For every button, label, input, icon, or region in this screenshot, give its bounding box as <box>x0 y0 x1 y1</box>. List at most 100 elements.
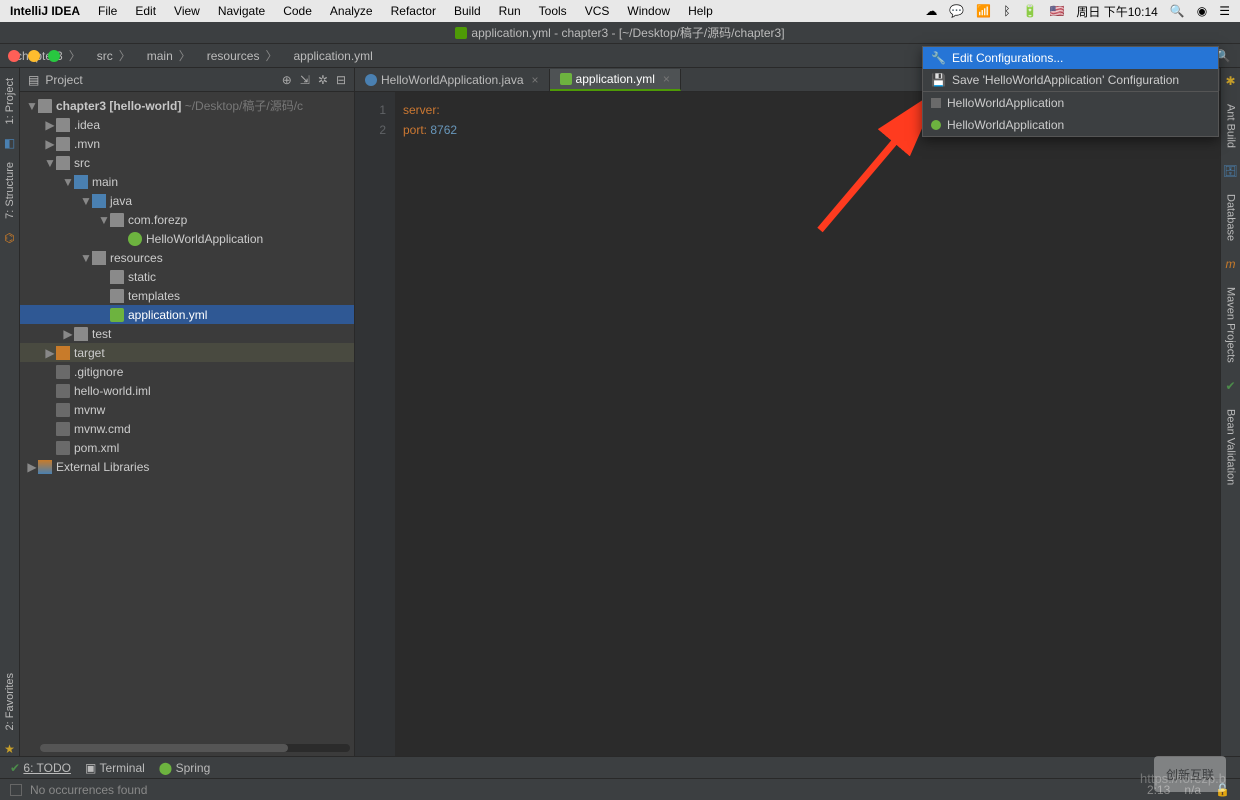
todo-tab[interactable]: ✔ 6: TODO <box>10 761 71 775</box>
project-tree[interactable]: ▼ chapter3 [hello-world] ~/Desktop/稿子/源码… <box>20 92 354 756</box>
menu-help[interactable]: Help <box>688 4 713 18</box>
save-configuration-item[interactable]: 💾 Save 'HelloWorldApplication' Configura… <box>923 69 1218 91</box>
tool-ant-tab[interactable]: Ant Build <box>1225 100 1237 152</box>
left-tool-stripe: 1: Project ◧ 7: Structure ⌬ 2: Favorites… <box>0 68 20 756</box>
horizontal-scrollbar[interactable] <box>40 744 350 752</box>
menu-icon[interactable]: ☰ <box>1219 4 1230 18</box>
folder-icon <box>110 270 124 284</box>
menu-code[interactable]: Code <box>283 4 312 18</box>
tree-item[interactable]: ▼com.forezp <box>20 210 354 229</box>
tree-item[interactable]: ▼main <box>20 172 354 191</box>
menu-view[interactable]: View <box>174 4 200 18</box>
folder-src-icon <box>92 194 106 208</box>
app-name: IntelliJ IDEA <box>10 4 80 18</box>
close-icon[interactable]: × <box>663 72 670 86</box>
spring-tab[interactable]: ⬤ Spring <box>159 761 210 775</box>
tool-bean-tab[interactable]: Bean Validation <box>1225 405 1237 489</box>
right-tool-stripe: ✱ Ant Build 🗄 Database m Maven Projects … <box>1220 68 1240 756</box>
breadcrumb[interactable]: src〉 <box>87 46 137 66</box>
menu-run[interactable]: Run <box>499 4 521 18</box>
battery-icon[interactable]: 🔋 <box>1023 4 1038 18</box>
tree-item[interactable]: templates <box>20 286 354 305</box>
project-icon: ◧ <box>4 136 15 150</box>
tree-item[interactable]: ▶.idea <box>20 115 354 134</box>
collapse-icon[interactable]: ⇲ <box>300 73 310 87</box>
hide-icon[interactable]: ⊟ <box>336 73 346 87</box>
panel-title[interactable]: Project <box>45 73 82 87</box>
tree-item[interactable]: hello-world.iml <box>20 381 354 400</box>
menu-refactor[interactable]: Refactor <box>391 4 436 18</box>
tool-project-tab[interactable]: 1: Project <box>4 74 16 128</box>
minimize-window-button[interactable] <box>28 50 40 62</box>
bluetooth-icon[interactable]: ᛒ <box>1003 4 1010 18</box>
maven-icon: m <box>1226 257 1236 271</box>
maximize-window-button[interactable] <box>48 50 60 62</box>
run-config-item[interactable]: HelloWorldApplication <box>923 114 1218 136</box>
star-icon: ★ <box>4 742 15 756</box>
project-root[interactable]: ▼ chapter3 [hello-world] ~/Desktop/稿子/源码… <box>20 96 354 115</box>
terminal-tab[interactable]: ▣ Terminal <box>85 761 145 775</box>
tree-item[interactable]: HelloWorldApplication <box>20 229 354 248</box>
tree-item[interactable]: ▶test <box>20 324 354 343</box>
tree-item[interactable]: mvnw <box>20 400 354 419</box>
menu-navigate[interactable]: Navigate <box>218 4 265 18</box>
tree-item[interactable]: ▼src <box>20 153 354 172</box>
menu-file[interactable]: File <box>98 4 117 18</box>
spring-icon <box>931 120 941 130</box>
cloud-icon[interactable]: ☁ <box>925 4 937 18</box>
tab-yml-file[interactable]: application.yml × <box>550 69 681 91</box>
bean-icon: ✔ <box>1225 379 1235 393</box>
save-icon: 💾 <box>931 73 946 87</box>
wechat-icon[interactable]: 💬 <box>949 4 964 18</box>
scroll-icon[interactable]: ⊕ <box>282 73 292 87</box>
bottom-tool-stripe: ✔ 6: TODO ▣ Terminal ⬤ Spring <box>0 756 1240 778</box>
folder-src-icon <box>74 175 88 189</box>
folder-icon <box>56 118 70 132</box>
tool-favorites-tab[interactable]: 2: Favorites <box>4 669 16 734</box>
run-config-dropdown: 🔧 Edit Configurations... 💾 Save 'HelloWo… <box>922 46 1219 137</box>
clock[interactable]: 周日 下午10:14 <box>1076 3 1157 20</box>
menu-tools[interactable]: Tools <box>539 4 567 18</box>
flag-icon[interactable]: 🇺🇸 <box>1049 4 1064 18</box>
tool-database-tab[interactable]: Database <box>1225 190 1237 245</box>
tree-item[interactable]: ▼java <box>20 191 354 210</box>
tree-item[interactable]: mvnw.cmd <box>20 419 354 438</box>
tab-java-file[interactable]: HelloWorldApplication.java × <box>355 69 550 91</box>
menu-edit[interactable]: Edit <box>135 4 156 18</box>
folder-res-icon <box>92 251 106 265</box>
run-config-item[interactable]: HelloWorldApplication <box>923 92 1218 114</box>
menu-window[interactable]: Window <box>627 4 670 18</box>
file-icon <box>56 403 70 417</box>
tree-item[interactable]: .gitignore <box>20 362 354 381</box>
tree-item[interactable]: static <box>20 267 354 286</box>
edit-configurations-item[interactable]: 🔧 Edit Configurations... <box>923 47 1218 69</box>
tree-item[interactable]: pom.xml <box>20 438 354 457</box>
siri-icon[interactable]: ◉ <box>1197 4 1207 18</box>
menu-build[interactable]: Build <box>454 4 481 18</box>
tool-structure-tab[interactable]: 7: Structure <box>4 158 16 223</box>
wifi-icon[interactable]: 📶 <box>976 4 991 18</box>
tree-item[interactable]: application.yml <box>20 305 354 324</box>
gear-icon[interactable]: ✲ <box>318 73 328 87</box>
menu-vcs[interactable]: VCS <box>585 4 610 18</box>
folder-icon <box>74 327 88 341</box>
tree-item[interactable]: ▼resources <box>20 248 354 267</box>
menu-analyze[interactable]: Analyze <box>330 4 373 18</box>
status-message: No occurrences found <box>30 783 147 797</box>
tool-maven-tab[interactable]: Maven Projects <box>1225 283 1237 367</box>
code-editor[interactable]: 1 2 server: port: 8762 <box>355 92 1220 756</box>
file-icon <box>56 441 70 455</box>
close-window-button[interactable] <box>8 50 20 62</box>
tree-item[interactable]: ▶target <box>20 343 354 362</box>
java-icon <box>365 74 377 86</box>
line-gutter: 1 2 <box>355 92 395 756</box>
close-icon[interactable]: × <box>532 73 539 87</box>
external-libraries[interactable]: ▶ External Libraries <box>20 457 354 476</box>
breadcrumb[interactable]: application.yml <box>283 46 378 66</box>
breadcrumb[interactable]: resources〉 <box>197 46 284 66</box>
breadcrumb[interactable]: main〉 <box>137 46 197 66</box>
spotlight-icon[interactable]: 🔍 <box>1170 4 1185 18</box>
notifications-icon[interactable] <box>10 784 22 796</box>
tree-item[interactable]: ▶.mvn <box>20 134 354 153</box>
project-view-icon: ▤ <box>28 73 39 87</box>
